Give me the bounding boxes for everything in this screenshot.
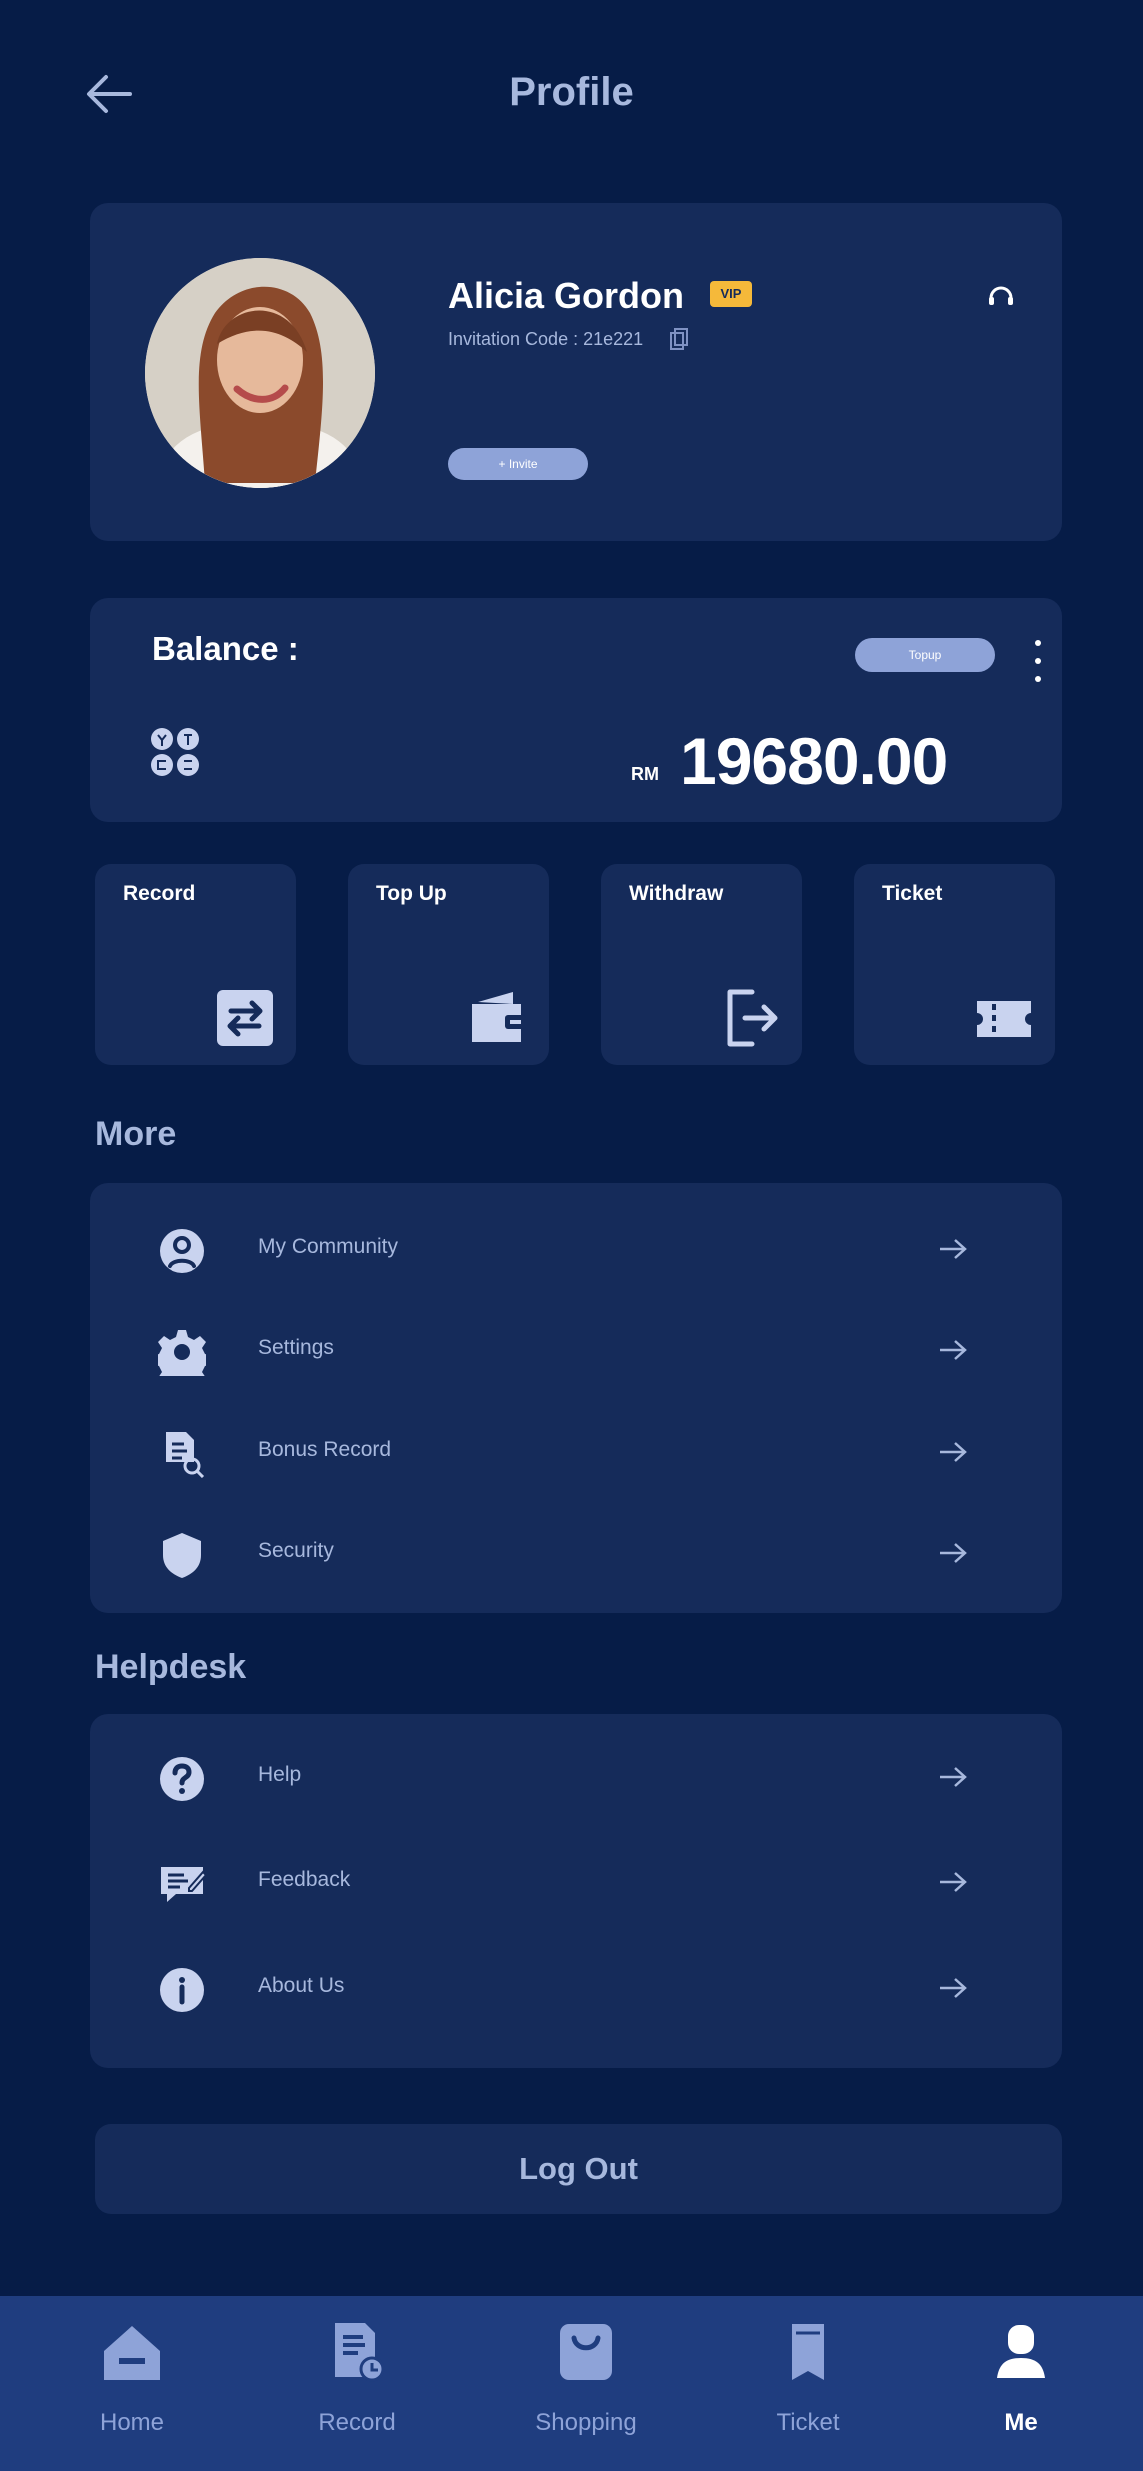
more-vertical-icon[interactable] [1028, 636, 1048, 686]
feedback-icon [161, 1867, 206, 1902]
help-circle-icon [160, 1757, 204, 1801]
arrow-right-icon [940, 1442, 967, 1462]
quick-action-record[interactable]: Record [95, 864, 296, 1065]
more-section-title: More [95, 1115, 177, 1153]
menu-item-label: Feedback [258, 1868, 351, 1891]
arrow-right-icon [940, 1239, 967, 1259]
avatar[interactable] [145, 258, 375, 488]
logout-box-icon [727, 989, 778, 1047]
invitation-code: Invitation Code : 21e221 [448, 329, 644, 349]
arrow-right-icon [940, 1978, 967, 1998]
helpdesk-menu-card: Help Feedback About Us [90, 1714, 1062, 2068]
nav-label: Record [318, 2409, 396, 2436]
quick-action-label: Record [123, 882, 196, 905]
avatar-photo [145, 258, 375, 488]
ticket-icon [977, 1001, 1031, 1037]
nav-ticket[interactable]: Ticket [733, 2296, 883, 2471]
balance-label: Balance : [152, 630, 299, 667]
quick-action-label: Top Up [376, 882, 447, 905]
info-icon [160, 1968, 204, 2012]
nav-record[interactable]: Record [282, 2296, 432, 2471]
nav-me[interactable]: Me [946, 2296, 1096, 2471]
menu-item-security[interactable]: Security [90, 1513, 1062, 1593]
quick-action-top-up[interactable]: Top Up [348, 864, 549, 1065]
menu-item-feedback[interactable]: Feedback [90, 1842, 1062, 1922]
menu-item-label: About Us [258, 1974, 345, 1997]
currency-label: RM [631, 764, 659, 784]
profile-card: Alicia Gordon VIP Invitation Code : 21e2… [90, 203, 1062, 541]
nav-shopping[interactable]: Shopping [511, 2296, 661, 2471]
vip-badge: VIP [710, 281, 752, 307]
menu-item-label: My Community [258, 1235, 399, 1258]
headset-icon[interactable] [984, 280, 1018, 314]
profile-screen: Profile Alicia Gordon VIP Invitation Cod… [0, 0, 1143, 2471]
helpdesk-section-title: Helpdesk [95, 1648, 247, 1686]
topup-button[interactable]: Topup [855, 638, 995, 672]
nav-label: Shopping [535, 2409, 637, 2436]
arrow-right-icon [940, 1767, 967, 1787]
balance-amount: 19680.00 [680, 724, 948, 798]
menu-item-label: Security [258, 1539, 334, 1562]
ticket-icon [792, 2324, 824, 2380]
arrow-right-icon [940, 1872, 967, 1892]
wallet-icon [472, 992, 526, 1042]
menu-item-label: Help [258, 1763, 302, 1786]
menu-item-my-community[interactable]: My Community [90, 1209, 1062, 1289]
header: Profile [0, 0, 1143, 190]
nav-home[interactable]: Home [57, 2296, 207, 2471]
currency-exchange-icon [151, 728, 199, 776]
balance-card: Balance : Topup RM 19680.00 [90, 598, 1062, 822]
arrow-right-icon [940, 1543, 967, 1563]
quick-action-withdraw[interactable]: Withdraw [601, 864, 802, 1065]
menu-item-label: Bonus Record [258, 1438, 392, 1461]
shopping-bag-icon [560, 2324, 612, 2380]
invite-button[interactable]: + Invite [448, 448, 588, 480]
page-title: Profile [509, 70, 634, 114]
more-menu-card: My Community Settings Bonus Record Secur… [90, 1183, 1062, 1613]
profile-name: Alicia Gordon [448, 275, 685, 316]
person-icon [997, 2325, 1045, 2378]
menu-item-settings[interactable]: Settings [90, 1310, 1062, 1390]
menu-item-bonus-record[interactable]: Bonus Record [90, 1412, 1062, 1492]
record-icon [335, 2323, 385, 2382]
nav-label: Home [99, 2409, 165, 2436]
shield-icon [163, 1533, 201, 1578]
quick-action-ticket[interactable]: Ticket [854, 864, 1055, 1065]
nav-label: Ticket [776, 2409, 840, 2436]
menu-item-help[interactable]: Help [90, 1737, 1062, 1817]
quick-action-label: Withdraw [629, 882, 724, 905]
arrow-right-icon [940, 1340, 967, 1360]
copy-icon[interactable] [668, 327, 690, 351]
nav-label: Me [1004, 2409, 1038, 2436]
menu-item-label: Settings [258, 1336, 334, 1359]
document-search-icon [166, 1432, 205, 1478]
gear-icon [158, 1330, 206, 1376]
transfer-icon [217, 990, 273, 1046]
logout-button[interactable]: Log Out [95, 2124, 1062, 2214]
bottom-navigation: Home Record Shopping Ticket Me [0, 2296, 1143, 2471]
menu-item-about-us[interactable]: About Us [90, 1948, 1062, 2028]
home-icon [104, 2326, 160, 2380]
quick-action-label: Ticket [882, 882, 943, 905]
user-circle-icon [160, 1229, 204, 1273]
